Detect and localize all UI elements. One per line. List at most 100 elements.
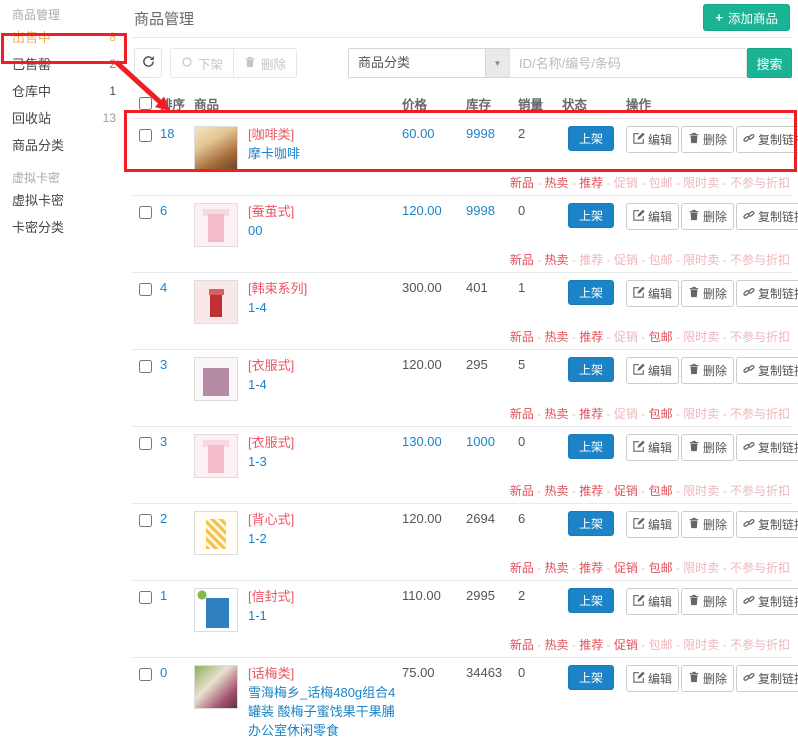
row-checkbox[interactable] [139, 437, 152, 450]
product-tag-新品[interactable]: 新品 [510, 407, 534, 421]
sidebar-item-虚拟卡密[interactable]: 虚拟卡密 [0, 187, 126, 214]
product-image[interactable] [194, 588, 238, 632]
copy-link-button[interactable]: 复制链接 [736, 665, 798, 692]
sort-link[interactable]: 6 [160, 203, 167, 218]
row-checkbox[interactable] [139, 360, 152, 373]
row-checkbox[interactable] [139, 129, 152, 142]
delete-button[interactable]: 删除 [681, 357, 734, 384]
product-tag-限时卖[interactable]: 限时卖 [683, 407, 719, 421]
sidebar-item-商品分类[interactable]: 商品分类 [0, 132, 126, 159]
product-tag-限时卖[interactable]: 限时卖 [683, 330, 719, 344]
copy-link-button[interactable]: 复制链接 [736, 126, 798, 153]
product-name-link[interactable]: 00 [248, 222, 294, 241]
product-tag-推荐[interactable]: 推荐 [579, 253, 603, 267]
product-tag-不参与折扣[interactable]: 不参与折扣 [730, 561, 790, 575]
product-tag-包邮[interactable]: 包邮 [649, 484, 673, 498]
product-tag-热卖[interactable]: 热卖 [545, 484, 569, 498]
add-product-button[interactable]: + 添加商品 [703, 4, 790, 31]
copy-link-button[interactable]: 复制链接 [736, 357, 798, 384]
product-tag-新品[interactable]: 新品 [510, 176, 534, 190]
product-tag-新品[interactable]: 新品 [510, 330, 534, 344]
status-onsale-button[interactable]: 上架 [568, 511, 614, 536]
sort-link[interactable]: 3 [160, 434, 167, 449]
row-checkbox[interactable] [139, 514, 152, 527]
product-name-link[interactable]: 摩卡咖啡 [248, 145, 300, 164]
product-tag-热卖[interactable]: 热卖 [545, 253, 569, 267]
product-tag-促销[interactable]: 促销 [614, 561, 638, 575]
sort-link[interactable]: 0 [160, 665, 167, 680]
product-image[interactable] [194, 126, 238, 170]
product-tag-热卖[interactable]: 热卖 [545, 330, 569, 344]
product-tag-推荐[interactable]: 推荐 [579, 561, 603, 575]
product-tag-促销[interactable]: 促销 [614, 253, 638, 267]
product-tag-新品[interactable]: 新品 [510, 561, 534, 575]
refresh-button[interactable] [134, 48, 162, 78]
product-tag-包邮[interactable]: 包邮 [649, 253, 673, 267]
product-image[interactable] [194, 665, 238, 709]
product-tag-不参与折扣[interactable]: 不参与折扣 [730, 638, 790, 652]
delete-button[interactable]: 删除 [681, 126, 734, 153]
bulk-delete-button[interactable]: 删除 [234, 48, 297, 78]
select-all-checkbox[interactable] [139, 97, 152, 110]
product-tag-不参与折扣[interactable]: 不参与折扣 [730, 407, 790, 421]
copy-link-button[interactable]: 复制链接 [736, 203, 798, 230]
copy-link-button[interactable]: 复制链接 [736, 588, 798, 615]
edit-button[interactable]: 编辑 [626, 434, 679, 461]
sidebar-item-回收站[interactable]: 回收站13 [0, 105, 126, 132]
product-tag-热卖[interactable]: 热卖 [545, 638, 569, 652]
product-tag-推荐[interactable]: 推荐 [579, 638, 603, 652]
copy-link-button[interactable]: 复制链接 [736, 280, 798, 307]
edit-button[interactable]: 编辑 [626, 665, 679, 692]
sort-link[interactable]: 3 [160, 357, 167, 372]
product-tag-不参与折扣[interactable]: 不参与折扣 [730, 176, 790, 190]
product-tag-限时卖[interactable]: 限时卖 [683, 561, 719, 575]
product-name-link[interactable]: 1-3 [248, 453, 294, 472]
product-name-link[interactable]: 雪海梅乡_话梅480g组合4罐装 酸梅子蜜饯果干果脯 办公室休闲零食 [248, 684, 398, 740]
sort-link[interactable]: 1 [160, 588, 167, 603]
product-tag-促销[interactable]: 促销 [614, 638, 638, 652]
product-image[interactable] [194, 280, 238, 324]
status-onsale-button[interactable]: 上架 [568, 434, 614, 459]
search-button[interactable]: 搜索 [747, 48, 792, 78]
delete-button[interactable]: 删除 [681, 588, 734, 615]
edit-button[interactable]: 编辑 [626, 280, 679, 307]
product-tag-热卖[interactable]: 热卖 [545, 561, 569, 575]
product-tag-推荐[interactable]: 推荐 [579, 407, 603, 421]
edit-button[interactable]: 编辑 [626, 511, 679, 538]
edit-button[interactable]: 编辑 [626, 126, 679, 153]
product-tag-推荐[interactable]: 推荐 [579, 330, 603, 344]
product-tag-促销[interactable]: 促销 [614, 484, 638, 498]
product-tag-包邮[interactable]: 包邮 [649, 330, 673, 344]
status-onsale-button[interactable]: 上架 [568, 357, 614, 382]
product-tag-限时卖[interactable]: 限时卖 [683, 253, 719, 267]
product-name-link[interactable]: 1-1 [248, 607, 294, 626]
delete-button[interactable]: 删除 [681, 203, 734, 230]
copy-link-button[interactable]: 复制链接 [736, 511, 798, 538]
offshelf-button[interactable]: 下架 [170, 48, 234, 78]
delete-button[interactable]: 删除 [681, 511, 734, 538]
sort-link[interactable]: 18 [160, 126, 174, 141]
status-onsale-button[interactable]: 上架 [568, 203, 614, 228]
sort-link[interactable]: 4 [160, 280, 167, 295]
product-image[interactable] [194, 203, 238, 247]
product-tag-限时卖[interactable]: 限时卖 [683, 176, 719, 190]
product-tag-包邮[interactable]: 包邮 [649, 176, 673, 190]
product-image[interactable] [194, 357, 238, 401]
status-onsale-button[interactable]: 上架 [568, 588, 614, 613]
row-checkbox[interactable] [139, 591, 152, 604]
row-checkbox[interactable] [139, 283, 152, 296]
product-tag-不参与折扣[interactable]: 不参与折扣 [730, 330, 790, 344]
product-tag-不参与折扣[interactable]: 不参与折扣 [730, 484, 790, 498]
product-name-link[interactable]: 1-2 [248, 530, 294, 549]
product-tag-包邮[interactable]: 包邮 [649, 407, 673, 421]
product-tag-包邮[interactable]: 包邮 [649, 638, 673, 652]
product-tag-限时卖[interactable]: 限时卖 [683, 484, 719, 498]
edit-button[interactable]: 编辑 [626, 357, 679, 384]
row-checkbox[interactable] [139, 668, 152, 681]
copy-link-button[interactable]: 复制链接 [736, 434, 798, 461]
sidebar-item-出售中[interactable]: 出售中8 [0, 24, 126, 51]
product-image[interactable] [194, 434, 238, 478]
edit-button[interactable]: 编辑 [626, 588, 679, 615]
sidebar-item-仓库中[interactable]: 仓库中1 [0, 78, 126, 105]
status-onsale-button[interactable]: 上架 [568, 126, 614, 151]
